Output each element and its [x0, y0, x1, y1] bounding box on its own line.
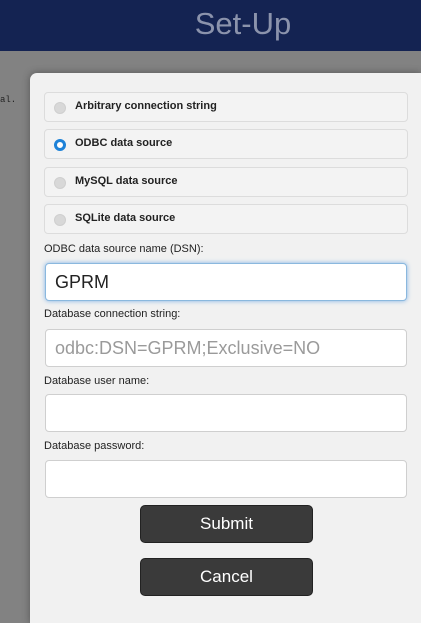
radio-option-odbc[interactable]: ODBC data source — [44, 129, 408, 159]
radio-label: MySQL data source — [75, 175, 178, 187]
radio-label: SQLite data source — [75, 212, 176, 224]
header-bar: Set-Up — [0, 0, 421, 51]
radio-option-sqlite[interactable]: SQLite data source — [44, 204, 408, 234]
connection-string-input[interactable] — [45, 329, 407, 367]
radio-button-selected-icon[interactable] — [54, 139, 66, 151]
radio-button-icon[interactable] — [54, 177, 66, 189]
password-input[interactable] — [45, 460, 407, 498]
password-label: Database password: — [44, 440, 145, 452]
cancel-button[interactable]: Cancel — [140, 558, 313, 596]
submit-button[interactable]: Submit — [140, 505, 313, 543]
setup-dialog: Arbitrary connection string ODBC data so… — [30, 73, 421, 623]
radio-button-icon[interactable] — [54, 214, 66, 226]
radio-option-arbitrary[interactable]: Arbitrary connection string — [44, 92, 408, 122]
radio-option-mysql[interactable]: MySQL data source — [44, 167, 408, 197]
page-title: Set-Up — [194, 6, 292, 41]
connection-string-label: Database connection string: — [44, 308, 181, 320]
radio-label: Arbitrary connection string — [75, 100, 217, 112]
dsn-label: ODBC data source name (DSN): — [44, 243, 204, 255]
user-name-input[interactable] — [45, 394, 407, 432]
user-name-label: Database user name: — [44, 375, 150, 387]
radio-button-icon[interactable] — [54, 102, 66, 114]
background-code-snippet: al. — [0, 95, 17, 105]
radio-label: ODBC data source — [75, 137, 173, 149]
dsn-input[interactable] — [45, 263, 407, 301]
